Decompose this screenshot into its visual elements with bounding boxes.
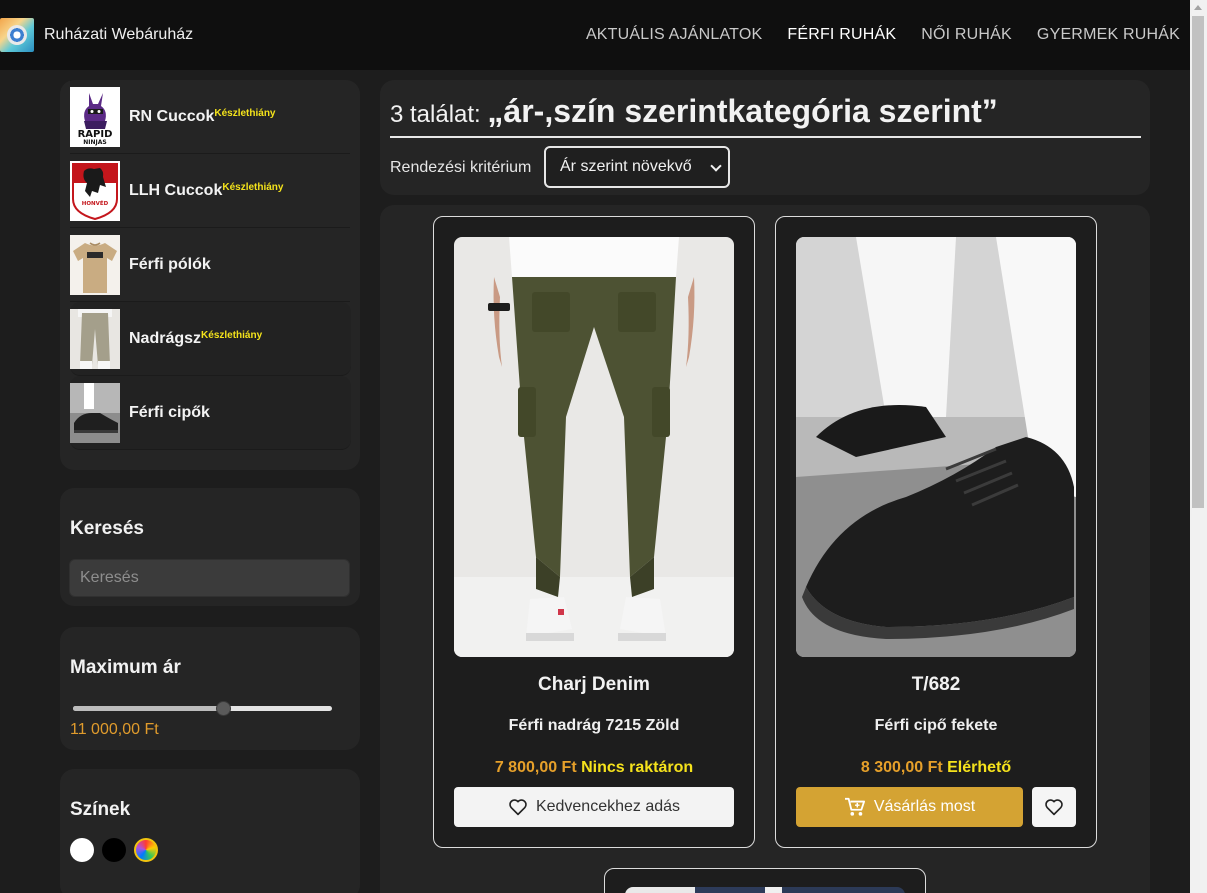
product-card	[604, 868, 926, 893]
search-input[interactable]	[69, 559, 350, 597]
add-to-favorites-label: Kedvencekhez adás	[535, 798, 681, 815]
main-nav: AKTUÁLIS AJÁNLATOK FÉRFI RUHÁK NŐI RUHÁK…	[586, 0, 1180, 70]
color-swatch-white[interactable]	[70, 838, 94, 862]
results-query: „ár-,szín szerintkategória szerint”	[487, 93, 998, 129]
title-divider	[390, 136, 1141, 138]
category-label: Férfi cipők	[129, 403, 210, 421]
product-name[interactable]: Charj Denim	[434, 674, 754, 696]
sort-label: Rendezési kritérium	[390, 159, 532, 176]
colors-panel: Színek	[60, 769, 360, 893]
honved-crest-icon: HONVÉD	[70, 160, 120, 221]
rapid-ninjas-logo-icon: RAPID NINJAS	[70, 86, 120, 147]
product-image[interactable]	[625, 887, 905, 893]
heart-icon	[1045, 799, 1063, 816]
category-item-ferfi-cipok[interactable]: Férfi cipők	[70, 376, 351, 450]
nav-item-current-offers[interactable]: AKTUÁLIS AJÁNLATOK	[586, 26, 762, 44]
brand-logo-icon[interactable]	[0, 18, 34, 52]
search-title: Keresés	[70, 518, 144, 539]
category-item-nadragsz[interactable]: Nadrágsz Készlethiány	[70, 302, 351, 376]
category-label: RN Cuccok	[129, 107, 215, 125]
product-card: T/682 Férfi cipő fekete 8 300,00 Ft Elér…	[775, 216, 1097, 848]
cart-icon	[844, 797, 865, 816]
search-panel: Keresés	[60, 488, 360, 606]
nav-item-mens-clothing[interactable]: FÉRFI RUHÁK	[787, 26, 896, 44]
scroll-up-arrow-icon[interactable]	[1194, 5, 1202, 10]
results-count: 3 találat:	[390, 101, 481, 128]
product-price-line: 8 300,00 Ft Elérhető	[776, 759, 1096, 777]
stock-status: Elérhető	[947, 759, 1012, 776]
max-price-slider[interactable]	[73, 701, 332, 716]
product-image-green-cargo-pants[interactable]	[454, 237, 734, 657]
add-to-favorites-button[interactable]: Kedvencekhez adás	[454, 787, 734, 827]
category-item-ferfi-polok[interactable]: Férfi pólók	[70, 228, 350, 302]
product-name[interactable]: T/682	[776, 674, 1096, 696]
heart-icon	[509, 799, 527, 816]
results-header: 3 találat: „ár-,szín szerintkategória sz…	[380, 80, 1150, 195]
colors-title: Színek	[70, 799, 131, 820]
product-price-line: 7 800,00 Ft Nincs raktáron	[434, 759, 754, 777]
sort-select[interactable]: Ár szerint növekvő	[544, 146, 730, 188]
color-swatch-black[interactable]	[102, 838, 126, 862]
page-scrollbar[interactable]	[1190, 0, 1207, 893]
color-swatches	[70, 838, 158, 862]
sort-selected-value: Ár szerint növekvő	[560, 158, 692, 175]
color-swatch-multicolor[interactable]	[134, 838, 158, 862]
max-price-title: Maximum ár	[70, 657, 181, 678]
product-price: 7 800,00 Ft	[494, 759, 577, 776]
max-price-panel: Maximum ár 11 000,00 Ft	[60, 627, 360, 750]
top-navbar: Ruházati Webáruház AKTUÁLIS AJÁNLATOK FÉ…	[0, 0, 1190, 70]
product-description: Férfi cipő fekete	[874, 717, 998, 734]
favorite-button[interactable]	[1032, 787, 1076, 827]
product-price: 8 300,00 Ft	[860, 759, 943, 776]
max-price-value: 11 000,00 Ft	[70, 721, 159, 738]
tshirt-photo-icon	[70, 234, 120, 295]
scrollbar-thumb[interactable]	[1192, 16, 1204, 508]
out-of-stock-badge: Készlethiány	[214, 108, 276, 119]
category-list: RAPID NINJAS RN Cuccok Készlethiány HONV…	[60, 80, 360, 470]
product-description: Férfi nadrág 7215 Zöld	[508, 717, 680, 734]
buy-now-label: Vásárlás most	[873, 798, 976, 815]
slider-handle[interactable]	[216, 701, 232, 716]
category-label: Nadrágsz	[129, 329, 202, 347]
nav-item-womens-clothing[interactable]: NŐI RUHÁK	[921, 26, 1012, 44]
stock-status: Nincs raktáron	[581, 759, 694, 776]
chevron-down-icon	[710, 160, 722, 172]
results-title: 3 találat: „ár-,szín szerintkategória sz…	[390, 93, 998, 130]
trousers-photo-icon	[70, 308, 120, 369]
category-item-llh-cuccok[interactable]: HONVÉD LLH Cuccok Készlethiány	[70, 154, 350, 228]
buy-now-button[interactable]: Vásárlás most	[796, 787, 1023, 827]
out-of-stock-badge: Készlethiány	[201, 330, 263, 341]
shoes-photo-icon	[70, 382, 120, 443]
category-label: LLH Cuccok	[129, 181, 223, 199]
category-item-rn-cuccok[interactable]: RAPID NINJAS RN Cuccok Készlethiány	[70, 80, 350, 154]
out-of-stock-badge: Készlethiány	[222, 182, 284, 193]
svg-text:NINJAS: NINJAS	[83, 139, 106, 146]
product-image-black-shoe[interactable]	[796, 237, 1076, 657]
svg-text:HONVÉD: HONVÉD	[82, 199, 109, 207]
nav-item-kids-clothing[interactable]: GYERMEK RUHÁK	[1037, 26, 1180, 44]
brand-name[interactable]: Ruházati Webáruház	[44, 26, 193, 44]
slider-fill	[73, 706, 224, 711]
product-card: Charj Denim Férfi nadrág 7215 Zöld 7 800…	[433, 216, 755, 848]
category-label: Férfi pólók	[129, 255, 211, 273]
